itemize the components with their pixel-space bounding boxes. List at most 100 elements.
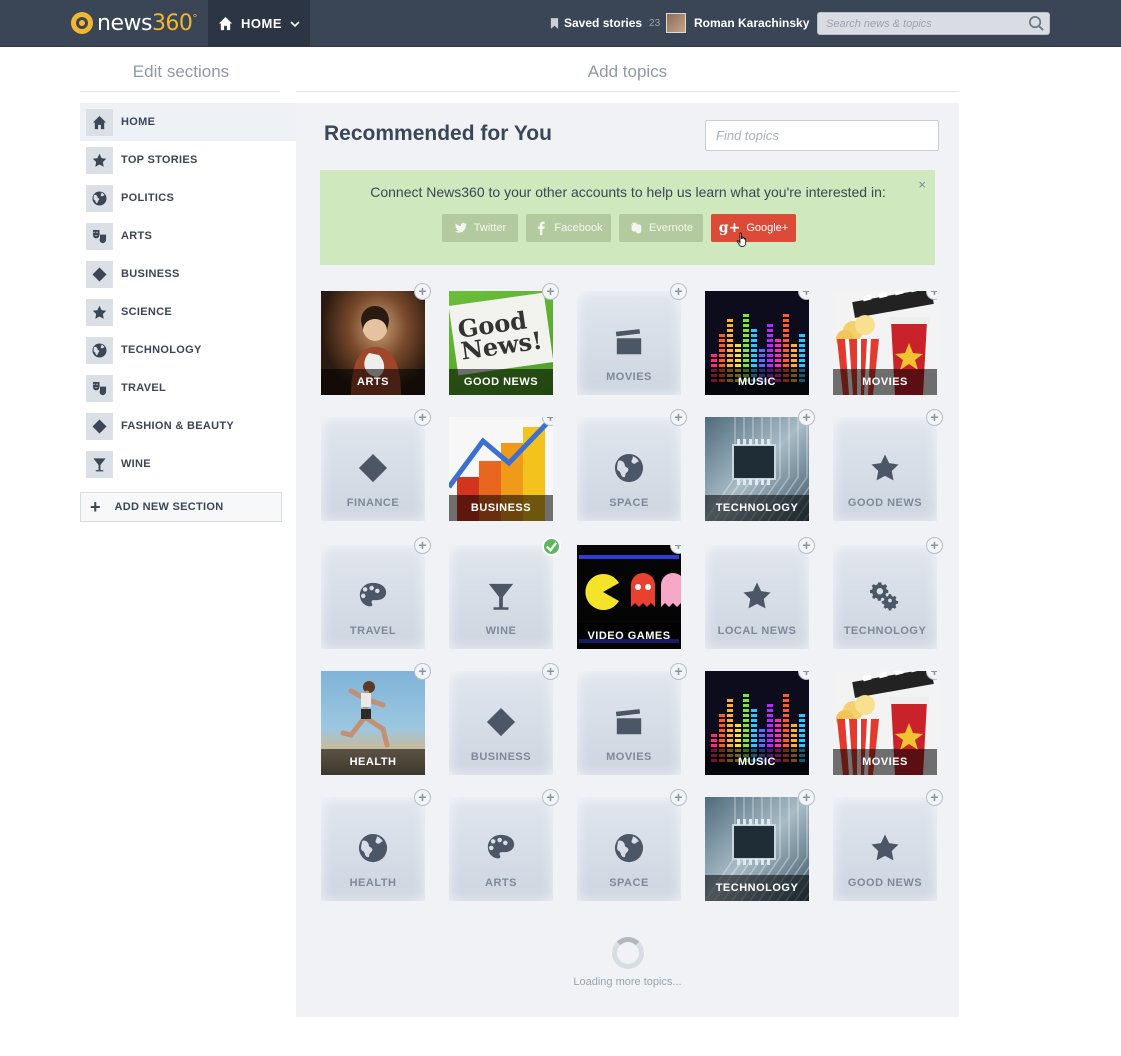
add-topic-plus-icon[interactable]: + xyxy=(926,789,943,806)
add-topic-plus-icon[interactable]: + xyxy=(926,537,943,554)
search-icon[interactable] xyxy=(1028,15,1045,32)
topic-label: MOVIES xyxy=(833,369,937,395)
sidebar-item-label: WINE xyxy=(121,458,151,470)
globe-icon xyxy=(92,342,107,358)
sidebar-item-home[interactable]: HOME xyxy=(80,103,296,141)
sidebar-item-label: BUSINESS xyxy=(121,268,180,280)
sidebar-item-label: TECHNOLOGY xyxy=(121,344,202,356)
connect-accounts-banner: Connect News360 to your other accounts t… xyxy=(320,170,935,265)
topic-tile-music[interactable]: MUSIC + xyxy=(705,291,809,395)
search-input[interactable] xyxy=(818,13,1018,34)
sidebar-item-business[interactable]: BUSINESS xyxy=(80,255,296,293)
topic-icon-wrap xyxy=(486,833,516,863)
add-topic-plus-icon[interactable]: + xyxy=(670,789,687,806)
check-icon[interactable] xyxy=(542,537,561,556)
topic-tile-movies[interactable]: MOVIES + xyxy=(577,283,687,395)
add-new-section-button[interactable]: + ADD NEW SECTION xyxy=(80,492,282,522)
add-topic-plus-icon[interactable]: + xyxy=(542,283,559,300)
topic-tile-good-news[interactable]: GOOD NEWS + xyxy=(833,409,943,521)
topic-tile-good-news[interactable]: Good News! GOOD NEWS + xyxy=(448,283,559,395)
topic-tile-travel[interactable]: TRAVEL + xyxy=(321,537,431,649)
sidebar-item-politics[interactable]: POLITICS xyxy=(80,179,296,217)
topic-tile-good-news[interactable]: GOOD NEWS + xyxy=(833,789,943,901)
topic-tile-local-news[interactable]: LOCAL NEWS + xyxy=(705,537,815,649)
topic-label: ARTS xyxy=(321,369,425,395)
topic-tile-video-games[interactable]: VIDEO GAMES + xyxy=(577,545,681,649)
palette-icon xyxy=(487,834,515,859)
topic-tile-business[interactable]: BUSINESS + xyxy=(449,417,553,521)
add-topic-plus-icon[interactable]: + xyxy=(670,283,687,300)
topic-tile-movies[interactable]: MOVIES + xyxy=(833,671,937,775)
page-title: Recommended for You xyxy=(324,122,552,145)
topic-tile-arts[interactable]: ARTS + xyxy=(449,789,559,901)
star-icon xyxy=(92,305,107,319)
topic-tile-arts[interactable]: ARTS + xyxy=(321,283,431,395)
topic-label: MUSIC xyxy=(705,369,809,395)
user-menu[interactable]: Roman Karachinsky xyxy=(666,13,809,33)
sidebar-item-arts[interactable]: ARTS xyxy=(80,217,296,255)
add-topic-plus-icon[interactable]: + xyxy=(670,663,687,680)
loading-status: Loading more topics... xyxy=(573,976,682,988)
evernote-button[interactable]: Evernote xyxy=(619,214,703,242)
add-topic-plus-icon[interactable]: + xyxy=(926,409,943,426)
evernote-elephant-icon xyxy=(630,222,642,234)
money-icon xyxy=(358,453,388,483)
edit-sections-heading: Edit sections xyxy=(132,62,230,81)
star-icon xyxy=(871,834,899,861)
sidebar-item-science[interactable]: SCIENCE xyxy=(80,293,296,331)
google-plus-button[interactable]: g+ Google+ xyxy=(711,214,796,242)
add-topic-plus-icon[interactable]: + xyxy=(414,283,431,300)
topic-tile-space[interactable]: SPACE + xyxy=(577,409,687,521)
topic-tile-business[interactable]: BUSINESS + xyxy=(449,663,559,775)
sidebar-icon-box xyxy=(86,222,113,250)
find-topics-input[interactable] xyxy=(706,121,938,150)
evernote-label: Evernote xyxy=(648,222,694,234)
topic-tile-technology[interactable]: TECHNOLOGY + xyxy=(704,409,835,522)
home-dropdown[interactable]: HOME xyxy=(208,0,310,47)
sidebar-item-top-stories[interactable]: TOP STORIES xyxy=(80,141,296,179)
topic-icon-wrap xyxy=(358,581,388,611)
facebook-button[interactable]: Facebook xyxy=(526,214,611,242)
topic-tile-movies[interactable]: MOVIES + xyxy=(833,291,937,395)
topic-icon-wrap xyxy=(742,581,772,611)
find-topics-field xyxy=(705,120,939,151)
sidebar-icon-box xyxy=(86,146,113,174)
sidebar-icon-box xyxy=(86,450,113,478)
news360-logo[interactable]: news360° xyxy=(71,11,197,36)
sidebar-item-travel[interactable]: TRAVEL xyxy=(80,369,296,407)
topic-tile-finance[interactable]: FINANCE + xyxy=(321,409,431,521)
saved-stories-link[interactable]: Saved stories 23 xyxy=(550,16,660,30)
add-topic-plus-icon[interactable]: + xyxy=(798,537,815,554)
add-topic-plus-icon[interactable]: + xyxy=(542,789,559,806)
home-icon xyxy=(92,115,107,129)
add-topic-plus-icon[interactable]: + xyxy=(414,789,431,806)
topic-tile-health[interactable]: HEALTH + xyxy=(321,663,431,775)
topic-tile-wine[interactable]: WINE xyxy=(449,537,561,649)
money-icon xyxy=(486,707,516,737)
add-topic-plus-icon[interactable]: + xyxy=(414,409,431,426)
close-icon[interactable]: × xyxy=(918,177,926,192)
sidebar-item-fashion-beauty[interactable]: FASHION & BEAUTY xyxy=(80,407,296,445)
topic-tile-technology[interactable]: TECHNOLOGY + xyxy=(833,537,943,649)
topic-tile-health[interactable]: HEALTH + xyxy=(321,789,431,901)
add-topic-plus-icon[interactable]: + xyxy=(670,409,687,426)
palette-icon xyxy=(359,582,387,607)
hand-cursor-icon xyxy=(736,232,747,247)
sidebar-item-technology[interactable]: TECHNOLOGY xyxy=(80,331,296,369)
topic-label: MOVIES xyxy=(606,371,652,383)
topic-tile-technology[interactable]: TECHNOLOGY + xyxy=(704,789,835,902)
sidebar-icon-box xyxy=(86,374,113,402)
add-topic-plus-icon[interactable]: + xyxy=(798,409,815,426)
topic-tile-space[interactable]: SPACE + xyxy=(577,789,687,901)
add-topic-plus-icon[interactable]: + xyxy=(798,789,815,806)
add-topic-plus-icon[interactable]: + xyxy=(414,663,431,680)
topic-tile-music[interactable]: MUSIC + xyxy=(705,671,809,775)
newspaper-headline: Good News! xyxy=(455,305,545,366)
topic-label: GOOD NEWS xyxy=(847,497,923,509)
sidebar-item-wine[interactable]: WINE xyxy=(80,445,296,483)
topic-tile-movies[interactable]: MOVIES + xyxy=(577,663,687,775)
topic-label: GOOD NEWS xyxy=(449,369,553,395)
twitter-button[interactable]: Twitter xyxy=(442,214,518,242)
add-topic-plus-icon[interactable]: + xyxy=(542,663,559,680)
add-topic-plus-icon[interactable]: + xyxy=(414,537,431,554)
